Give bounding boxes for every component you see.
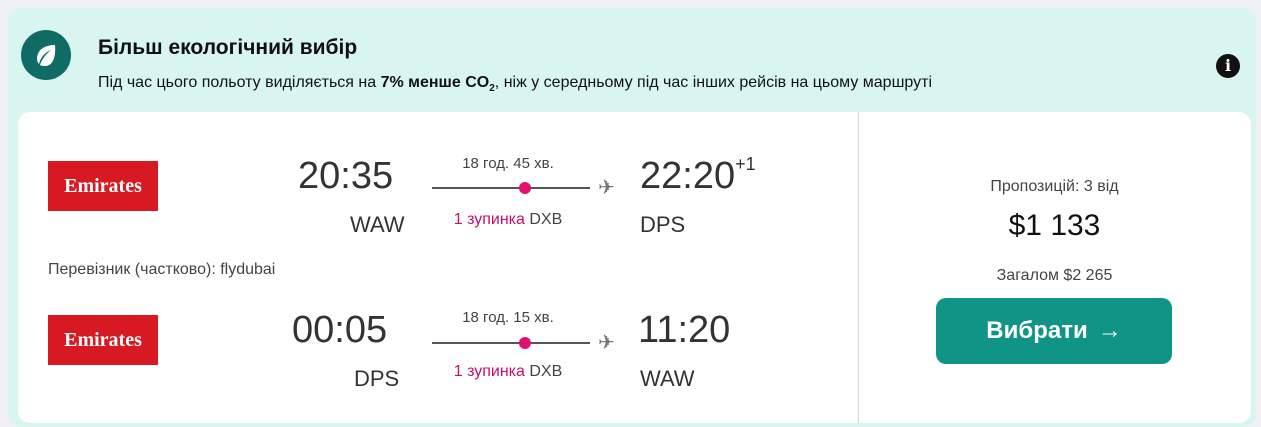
flight-details[interactable]: Emirates 20:35 WAW 18 год. 45 хв. ✈ 1 зу… — [18, 112, 1251, 423]
outbound-stops: 1 зупинка DXB — [453, 211, 563, 228]
outbound-arrive-time: 22:20+1 — [640, 154, 756, 197]
outbound-depart-time: 20:35 — [298, 155, 394, 197]
airplane-icon: ✈ — [598, 332, 615, 354]
price: $1 133 — [1008, 209, 1101, 242]
operator-note: Перевізник (частково): flydubai — [48, 261, 276, 278]
eco-title: Більш екологічний вибір — [98, 36, 358, 59]
airline-logo-outbound: Emirates — [48, 161, 158, 211]
outbound-route-line — [432, 187, 590, 189]
inbound-stops: 1 зупинка DXB — [453, 363, 563, 380]
outbound-stop-dot — [519, 182, 531, 194]
select-button-label: Вибрати — [986, 317, 1088, 344]
outbound-arrive-code: DPS — [640, 212, 686, 237]
outbound-depart-code: WAW — [350, 212, 405, 237]
inbound-depart-time: 00:05 — [292, 309, 388, 351]
inbound-arrive-time: 11:20 — [638, 309, 731, 351]
inbound-depart-code: DPS — [354, 366, 400, 391]
info-icon[interactable]: i — [1216, 54, 1240, 78]
arrow-right-icon: → — [1097, 317, 1122, 344]
inbound-route-line — [432, 342, 590, 344]
eco-description: Під час цього польоту виділяється на 7% … — [98, 74, 933, 95]
result-card: Більш екологічний вибір Під час цього по… — [8, 8, 1256, 427]
airplane-icon: ✈ — [598, 177, 615, 199]
total-price: Загалом $2 265 — [996, 267, 1113, 284]
outbound-duration: 18 год. 45 хв. — [462, 155, 554, 172]
inbound-duration: 18 год. 15 хв. — [462, 309, 554, 326]
select-button[interactable]: Вибрати → — [936, 298, 1172, 364]
inbound-stop-dot — [519, 337, 531, 349]
leaf-icon — [21, 30, 71, 80]
offers-count: Пропозицій: 3 від — [990, 178, 1119, 195]
inbound-arrive-code: WAW — [640, 366, 695, 391]
airline-logo-inbound: Emirates — [48, 315, 158, 365]
